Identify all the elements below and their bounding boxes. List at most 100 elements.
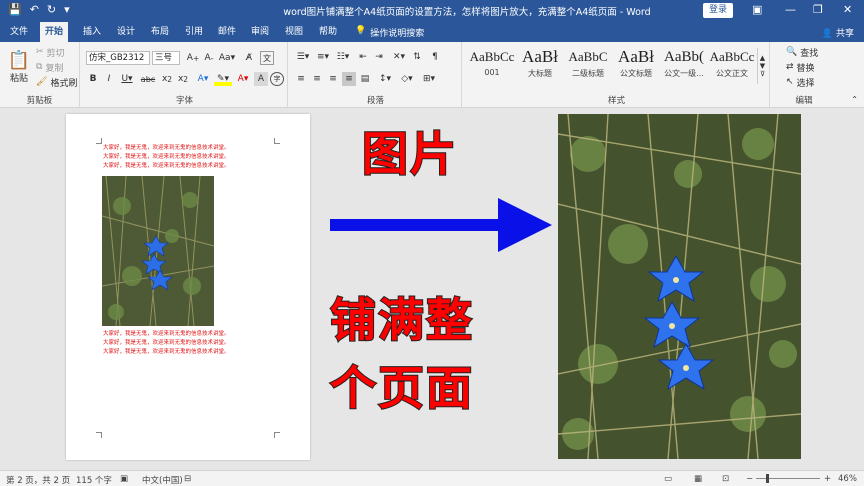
enclose-char-icon[interactable]: 字 xyxy=(270,72,284,86)
font-color-icon[interactable]: A▾ xyxy=(234,72,252,86)
clear-format-icon[interactable]: A̸ xyxy=(242,51,256,65)
styles-scroll[interactable]: ▲ ▼ ⊽ xyxy=(757,48,767,84)
superscript-icon[interactable]: x2 xyxy=(176,72,190,86)
justify-icon[interactable]: ≡ xyxy=(342,72,356,86)
zoom-out-icon[interactable]: − xyxy=(746,474,753,484)
style-name: 公文正文 xyxy=(716,69,748,78)
web-layout-icon[interactable]: ⊡ xyxy=(722,474,729,484)
close-icon[interactable]: ✕ xyxy=(843,3,852,16)
tab-insert[interactable]: 插入 xyxy=(78,22,106,42)
shading-icon[interactable]: ◇▾ xyxy=(398,72,416,86)
flower-image-thumbnail[interactable] xyxy=(102,176,214,326)
chevron-down-icon[interactable]: ▼ xyxy=(760,62,765,70)
overlay-picture-label: 图片 xyxy=(361,126,458,182)
read-mode-icon[interactable]: ▭ xyxy=(664,474,672,484)
highlight-icon[interactable]: ✎▾ xyxy=(214,72,232,86)
align-center-icon[interactable]: ≡ xyxy=(310,72,324,86)
line-spacing-icon[interactable]: ↕▾ xyxy=(376,72,394,86)
show-marks-icon[interactable]: ¶ xyxy=(428,50,442,64)
ribbon-display-icon[interactable]: ▣ xyxy=(752,3,762,16)
style-preview: AaBł xyxy=(522,47,558,66)
customize-qa-icon[interactable]: ▾ xyxy=(64,3,70,16)
save-icon[interactable]: 💾 xyxy=(8,3,22,16)
multilevel-list-icon[interactable]: ☷▾ xyxy=(334,50,352,64)
chinese-layout-icon[interactable]: ✕▾ xyxy=(390,50,408,64)
tab-design[interactable]: 设计 xyxy=(112,22,140,42)
tab-references[interactable]: 引用 xyxy=(180,22,208,42)
zoom-in-icon[interactable]: + xyxy=(824,474,831,484)
macro-icon[interactable]: ⊟ xyxy=(184,474,191,484)
cut-button[interactable]: ✂ 剪切 xyxy=(36,46,65,59)
tab-home[interactable]: 开始 xyxy=(40,22,69,42)
paste-button[interactable]: 📋 粘贴 xyxy=(6,46,32,88)
font-name-box[interactable]: 仿宋_GB2312 xyxy=(86,51,150,65)
paragraph-group-label: 段落 xyxy=(366,96,384,106)
zoom-slider-thumb[interactable] xyxy=(766,474,769,483)
tab-view[interactable]: 视图 xyxy=(280,22,308,42)
style-item[interactable]: AaBbC 二级标题 xyxy=(564,46,612,86)
align-left-icon[interactable]: ≡ xyxy=(294,72,308,86)
sort-icon[interactable]: ⇅ xyxy=(410,50,424,64)
redo-icon[interactable]: ↻ xyxy=(47,3,56,16)
word-count[interactable]: 115 个字 xyxy=(76,474,112,486)
tab-review[interactable]: 审阅 xyxy=(246,22,274,42)
maximize-icon[interactable]: ❐ xyxy=(813,3,823,16)
phonetic-icon[interactable]: 文 xyxy=(260,51,274,65)
bullets-icon[interactable]: ☰▾ xyxy=(294,50,312,64)
cursor-icon: ↖ xyxy=(786,77,794,87)
style-item[interactable]: AaBb( 公文一级... xyxy=(660,46,708,86)
change-case-icon[interactable]: Aa▾ xyxy=(218,51,236,65)
collapse-ribbon-icon[interactable]: ⌃ xyxy=(851,95,858,104)
strikethrough-icon[interactable]: abc xyxy=(138,72,158,86)
font-size-box[interactable]: 三号 xyxy=(152,51,180,65)
style-item[interactable]: AaBbCc 公文正文 xyxy=(708,46,756,86)
format-painter-button[interactable]: 🖌 格式刷 xyxy=(36,76,77,89)
style-item[interactable]: AaBł 公文标题 xyxy=(612,46,660,86)
italic-icon[interactable]: I xyxy=(102,72,116,86)
print-layout-icon[interactable]: ▦ xyxy=(694,474,702,484)
grow-font-icon[interactable]: A + xyxy=(186,51,200,65)
text-effects-icon[interactable]: A▾ xyxy=(194,72,212,86)
bold-icon[interactable]: B xyxy=(86,72,100,86)
scissors-icon: ✂ xyxy=(36,47,44,57)
chevron-up-icon[interactable]: ▲ xyxy=(760,54,765,62)
more-icon[interactable]: ⊽ xyxy=(760,70,765,78)
numbering-icon[interactable]: ≡▾ xyxy=(314,50,332,64)
proofing-icon[interactable]: ▣ xyxy=(120,474,128,484)
style-preview: AaBb( xyxy=(664,49,704,65)
tab-mailings[interactable]: 邮件 xyxy=(213,22,241,42)
page-count[interactable]: 第 2 页，共 2 页 xyxy=(6,474,70,486)
login-button[interactable]: 登录 xyxy=(703,3,733,18)
tell-me-search[interactable]: 💡 操作说明搜索 xyxy=(355,26,424,39)
find-button[interactable]: 🔍 查找 xyxy=(786,46,818,59)
tab-layout[interactable]: 布局 xyxy=(146,22,174,42)
subscript-icon[interactable]: x2 xyxy=(160,72,174,86)
select-label: 选择 xyxy=(796,78,815,89)
decrease-indent-icon[interactable]: ⇤ xyxy=(356,50,370,64)
replace-button[interactable]: ⇄ 替换 xyxy=(786,61,815,74)
distributed-icon[interactable]: ▤ xyxy=(358,72,372,86)
margin-corner xyxy=(96,432,102,438)
language[interactable]: 中文(中国) xyxy=(142,474,183,486)
document-page[interactable]: 大家好，我是无鬼，欢迎来到无鬼的信息技术讲堂。 大家好，我是无鬼，欢迎来到无鬼的… xyxy=(66,114,310,460)
shrink-font-icon[interactable]: A- xyxy=(202,51,216,65)
underline-icon[interactable]: U▾ xyxy=(118,72,136,86)
select-button[interactable]: ↖ 选择 xyxy=(786,76,815,89)
tab-file[interactable]: 文件 xyxy=(5,22,33,42)
style-item[interactable]: AaBł 大标题 xyxy=(516,46,564,86)
minimize-icon[interactable]: — xyxy=(785,3,796,16)
borders-icon[interactable]: ⊞▾ xyxy=(420,72,438,86)
align-right-icon[interactable]: ≡ xyxy=(326,72,340,86)
undo-icon[interactable]: ↶ xyxy=(30,3,39,16)
style-name: 公文标题 xyxy=(620,69,652,78)
flower-image-large[interactable] xyxy=(558,114,801,459)
replace-icon: ⇄ xyxy=(786,62,794,72)
zoom-level[interactable]: 46% xyxy=(838,474,857,484)
share-button[interactable]: 👤 共享 xyxy=(822,26,854,39)
style-preview: AaBł xyxy=(618,47,654,66)
char-shading-icon[interactable]: A xyxy=(254,72,268,86)
style-item[interactable]: AaBbCc 001 xyxy=(468,46,516,86)
increase-indent-icon[interactable]: ⇥ xyxy=(372,50,386,64)
tab-help[interactable]: 帮助 xyxy=(314,22,342,42)
copy-button[interactable]: ⧉ 复制 xyxy=(36,61,63,74)
